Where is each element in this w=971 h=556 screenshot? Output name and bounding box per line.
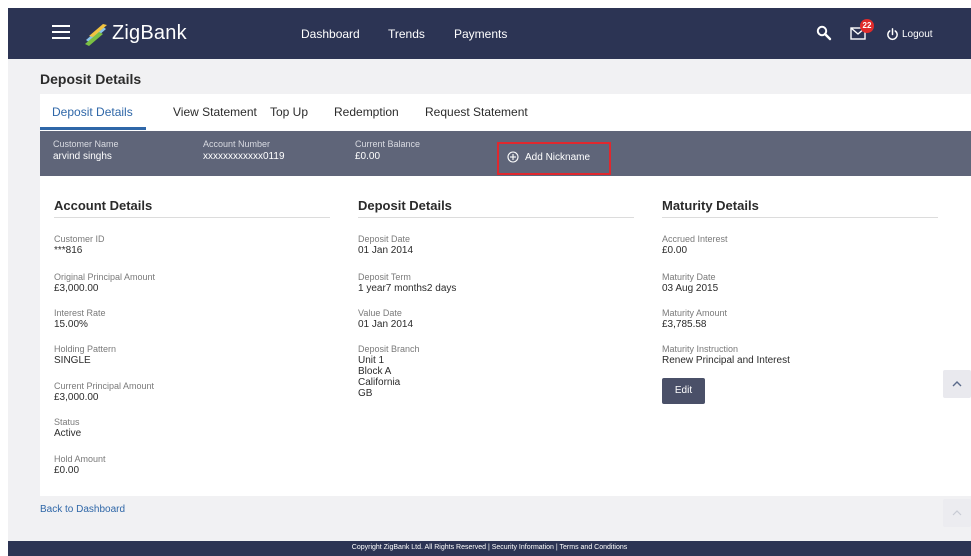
field-value: £0.00	[662, 245, 688, 256]
top-header: ZigBank Dashboard Trends Payments 22 Log…	[8, 8, 971, 59]
holding-pattern-field: Holding Pattern SINGLE	[54, 344, 116, 366]
original-principal-field: Original Principal Amount £3,000.00	[54, 272, 155, 294]
field-label: Deposit Branch	[358, 344, 420, 354]
plus-circle-icon	[507, 151, 519, 163]
field-label: Hold Amount	[54, 454, 106, 464]
hamburger-icon[interactable]	[52, 25, 70, 41]
branch-line: California	[358, 377, 401, 388]
field-value: SINGLE	[54, 355, 91, 366]
field-label: Maturity Instruction	[662, 344, 739, 354]
field-label: Deposit Term	[358, 272, 411, 282]
field-value: £3,000.00	[54, 392, 99, 403]
nav-dashboard[interactable]: Dashboard	[301, 8, 360, 59]
nav-payments[interactable]: Payments	[454, 8, 507, 59]
current-balance-block: Current Balance £0.00	[355, 139, 420, 162]
field-label: Customer ID	[54, 234, 105, 244]
interest-rate-field: Interest Rate 15.00%	[54, 308, 106, 330]
field-value: £3,785.58	[662, 319, 707, 330]
app-name: ZigBank	[112, 21, 187, 44]
current-balance-label: Current Balance	[355, 139, 421, 149]
chevron-up-icon	[952, 510, 962, 516]
field-value: Active	[54, 428, 82, 439]
account-number-value: xxxxxxxxxxxx0119	[203, 151, 285, 162]
maturity-date-field: Maturity Date 03 Aug 2015	[662, 272, 718, 294]
search-icon[interactable]	[816, 25, 832, 41]
account-details-title: Account Details	[54, 198, 153, 213]
zigbank-logo[interactable]: ZigBank	[82, 18, 187, 48]
active-tab-indicator	[40, 127, 146, 130]
value-date-field: Value Date 01 Jan 2014	[358, 308, 413, 330]
tab-redemption[interactable]: Redemption	[334, 94, 399, 131]
tab-bar: Deposit Details View Statement Top Up Re…	[40, 94, 971, 131]
field-label: Maturity Date	[662, 272, 716, 282]
deposit-branch-field: Deposit Branch Unit 1 Block A California…	[358, 344, 420, 399]
field-value: ***816	[54, 245, 83, 256]
customer-name-block: Customer Name arvind singhs	[53, 139, 119, 162]
footer-text: Copyright ZigBank Ltd. All Rights Reserv…	[351, 544, 628, 551]
maturity-amount-field: Maturity Amount £3,785.58	[662, 308, 727, 330]
section-divider	[662, 217, 938, 218]
field-value: 01 Jan 2014	[358, 319, 414, 330]
field-label: Original Principal Amount	[54, 272, 156, 282]
scroll-to-top-button[interactable]	[943, 370, 971, 398]
customer-id-field: Customer ID ***816	[54, 234, 105, 256]
section-divider	[54, 217, 330, 218]
back-to-dashboard-link[interactable]: Back to Dashboard	[40, 504, 125, 515]
logout-label: Logout	[902, 28, 933, 40]
accrued-interest-field: Accrued Interest £0.00	[662, 234, 728, 256]
field-label: Current Principal Amount	[54, 381, 155, 391]
field-label: Accrued Interest	[662, 234, 728, 244]
field-label: Status	[54, 417, 80, 427]
field-value: £0.00	[54, 465, 80, 476]
power-icon	[887, 27, 898, 40]
hold-amount-field: Hold Amount £0.00	[54, 454, 106, 476]
zigbank-logo-icon	[85, 24, 107, 46]
account-number-block: Account Number xxxxxxxxxxxx0119	[203, 139, 285, 162]
field-value: 1 year7 months2 days	[358, 283, 457, 294]
add-nickname-button[interactable]: Add Nickname	[507, 149, 590, 165]
footer-bar: Copyright ZigBank Ltd. All Rights Reserv…	[8, 541, 971, 556]
customer-name-value: arvind singhs	[53, 151, 112, 162]
branch-line: Block A	[358, 366, 392, 377]
branch-line: Unit 1	[358, 355, 385, 366]
tab-view-statement[interactable]: View Statement	[173, 94, 257, 131]
field-value: Renew Principal and Interest	[662, 355, 790, 366]
maturity-details-title: Maturity Details	[662, 198, 759, 213]
tab-deposit-details[interactable]: Deposit Details	[52, 94, 133, 131]
deposit-date-field: Deposit Date 01 Jan 2014	[358, 234, 413, 256]
field-value: 01 Jan 2014	[358, 245, 414, 256]
field-label: Maturity Amount	[662, 308, 728, 318]
field-value: 03 Aug 2015	[662, 283, 719, 294]
account-number-label: Account Number	[203, 139, 271, 149]
chevron-up-icon	[952, 381, 962, 387]
add-nickname-label: Add Nickname	[525, 151, 591, 163]
nav-trends[interactable]: Trends	[388, 8, 425, 59]
tab-request-statement[interactable]: Request Statement	[425, 94, 528, 131]
page-title: Deposit Details	[40, 71, 142, 87]
field-label: Value Date	[358, 308, 402, 318]
status-field: Status Active	[54, 417, 81, 439]
current-balance-value: £0.00	[355, 151, 381, 162]
field-label: Holding Pattern	[54, 344, 117, 354]
field-label: Interest Rate	[54, 308, 106, 318]
customer-name-label: Customer Name	[53, 139, 119, 149]
mail-count-badge: 22	[860, 19, 874, 33]
field-label: Deposit Date	[358, 234, 411, 244]
scroll-to-top-button[interactable]	[943, 499, 971, 527]
deposit-details-title: Deposit Details	[358, 198, 452, 213]
maturity-instruction-field: Maturity Instruction Renew Principal and…	[662, 344, 790, 366]
branch-line: GB	[358, 388, 373, 399]
app-frame: ZigBank Dashboard Trends Payments 22 Log…	[8, 8, 971, 556]
deposit-term-field: Deposit Term 1 year7 months2 days	[358, 272, 456, 294]
field-value: 15.00%	[54, 319, 88, 330]
edit-button[interactable]: Edit	[662, 378, 705, 404]
section-divider	[358, 217, 634, 218]
logout-button[interactable]: Logout	[886, 25, 933, 43]
field-value: £3,000.00	[54, 283, 99, 294]
current-principal-field: Current Principal Amount £3,000.00	[54, 381, 154, 403]
tab-top-up[interactable]: Top Up	[270, 94, 308, 131]
details-panel: Account Details Customer ID ***816 Origi…	[40, 176, 971, 496]
